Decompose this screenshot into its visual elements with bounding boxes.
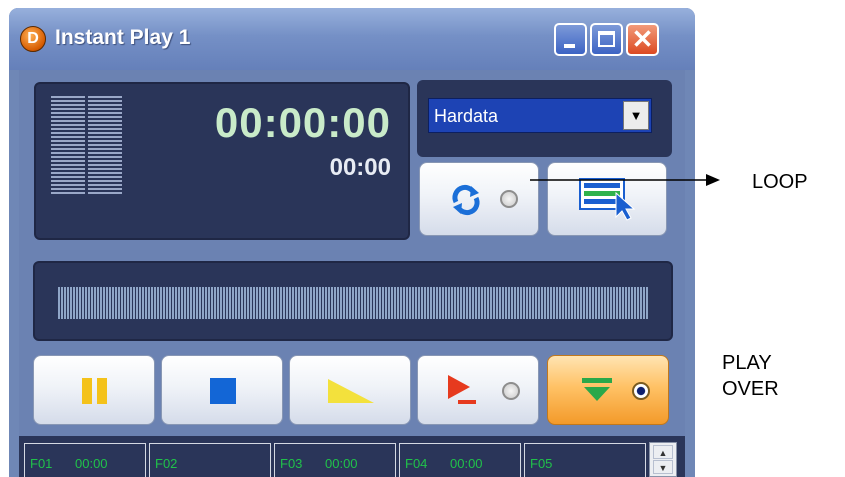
title-bar[interactable]: D Instant Play 1 ✕ xyxy=(9,8,695,70)
play-over-button[interactable] xyxy=(417,355,539,425)
stop-button[interactable] xyxy=(161,355,283,425)
close-icon: ✕ xyxy=(631,24,654,54)
fkey-label: F02 xyxy=(155,456,178,471)
waveform-panel[interactable] xyxy=(33,261,673,341)
vu-meter-right xyxy=(88,96,122,196)
minimize-button[interactable] xyxy=(554,23,587,56)
vu-meter-left xyxy=(51,96,85,196)
play-over-icon xyxy=(448,375,476,404)
fkey-time: 00:00 xyxy=(325,456,358,471)
instant-play-window: D Instant Play 1 ✕ 00:00:00 00:00 Hardat… xyxy=(9,8,695,477)
function-key-strip: F01 00:00 F02 F03 00:00 F04 00:00 F05 ▲ ▼ xyxy=(19,436,685,477)
fkey-time: 00:00 xyxy=(450,456,483,471)
pause-icon xyxy=(82,378,107,404)
time-display: 00:00:00 00:00 xyxy=(34,82,410,240)
source-dropdown[interactable]: Hardata ▼ xyxy=(428,98,652,133)
play-over-annotation-line1: PLAY xyxy=(722,352,772,374)
fkey-slot[interactable]: F05 xyxy=(524,443,646,477)
stop-icon xyxy=(210,378,236,404)
play-over-annotation-line2: OVER xyxy=(722,378,779,400)
fkey-label: F05 xyxy=(530,456,553,471)
scroll-up-icon[interactable]: ▲ xyxy=(653,445,673,459)
play-ramp-icon xyxy=(328,379,374,403)
loop-radio[interactable] xyxy=(500,190,518,208)
fkey-scrollbar[interactable]: ▲ ▼ xyxy=(649,442,677,477)
player-body: 00:00:00 00:00 Hardata ▼ F01 00:00 F02 F… xyxy=(19,70,685,477)
maximize-button[interactable] xyxy=(590,23,623,56)
fkey-label: F01 xyxy=(30,456,53,471)
play-over-annotation-label: PLAY OVER xyxy=(722,350,812,402)
source-dropdown-value: Hardata xyxy=(434,106,499,126)
loop-button[interactable] xyxy=(419,162,539,236)
loop-annotation-arrow xyxy=(530,174,720,186)
window-title: Instant Play 1 xyxy=(55,26,191,49)
loop-annotation-label: LOOP xyxy=(752,171,808,193)
fkey-label: F04 xyxy=(405,456,428,471)
fkey-slot[interactable]: F04 00:00 xyxy=(399,443,521,477)
app-icon: D xyxy=(20,26,46,52)
fkey-time: 00:00 xyxy=(75,456,108,471)
pause-button[interactable] xyxy=(33,355,155,425)
fkey-slot[interactable]: F02 xyxy=(149,443,271,477)
scroll-down-icon[interactable]: ▼ xyxy=(653,460,673,474)
dropdown-arrow-icon[interactable]: ▼ xyxy=(623,101,649,130)
fkey-slot[interactable]: F01 00:00 xyxy=(24,443,146,477)
fkey-label: F03 xyxy=(280,456,303,471)
maximize-icon xyxy=(598,31,615,47)
minimize-icon xyxy=(564,44,575,48)
source-panel: Hardata ▼ xyxy=(417,80,672,157)
hold-icon xyxy=(582,378,612,401)
loop-arrows-icon xyxy=(452,184,480,216)
hold-button[interactable] xyxy=(547,355,669,425)
hold-radio[interactable] xyxy=(632,382,650,400)
remaining-time: 00:00 xyxy=(329,154,391,181)
close-button[interactable]: ✕ xyxy=(626,23,659,56)
play-button[interactable] xyxy=(289,355,411,425)
waveform-display[interactable] xyxy=(58,287,648,319)
fkey-slot[interactable]: F03 00:00 xyxy=(274,443,396,477)
play-over-radio[interactable] xyxy=(502,382,520,400)
elapsed-time: 00:00:00 xyxy=(214,99,391,146)
